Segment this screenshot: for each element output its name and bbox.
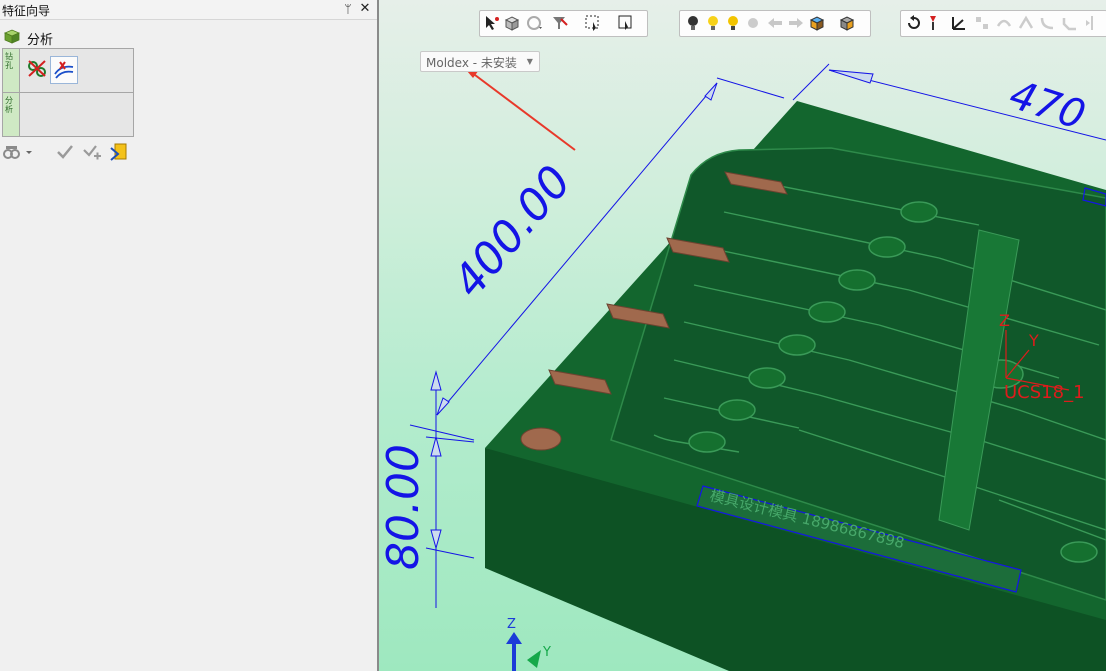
- dimension-470-text: 470: [1004, 72, 1091, 139]
- mold-scene: 模具设计模具 18986867898 400.00 80.00 470 Z Y …: [379, 63, 1106, 671]
- point-tool-icon[interactable]: [925, 14, 943, 32]
- mirror-disabled-icon[interactable]: [1083, 14, 1101, 32]
- export-icon[interactable]: [109, 142, 129, 162]
- pin-icon[interactable]: ᛘ: [341, 1, 355, 17]
- triad-y-label: Y: [542, 645, 551, 660]
- tab-analysis[interactable]: 分析: [3, 93, 20, 136]
- draft-disabled-icon[interactable]: [1017, 14, 1035, 32]
- light-bulb-icon[interactable]: [704, 14, 722, 32]
- shaded-view-icon[interactable]: [808, 14, 826, 32]
- filter-select-icon[interactable]: [525, 14, 543, 32]
- feature-wizard-panel: 特征向导 ᛘ ✕ 分析 钻孔 分析: [0, 0, 377, 671]
- tab-drill-label: 钻孔: [5, 52, 13, 70]
- analysis-label: 分析: [27, 33, 54, 48]
- annotation-arrow-line: [470, 71, 576, 151]
- drill-analyze-icon[interactable]: [24, 56, 50, 82]
- ucs-y-label: Y: [1028, 331, 1039, 350]
- disabled-view-icon[interactable]: [744, 14, 762, 32]
- corner-hole: [520, 427, 562, 451]
- analysis-cube-icon: [3, 29, 21, 44]
- tab-drill[interactable]: 钻孔: [3, 49, 20, 93]
- hole-feature-icon[interactable]: [50, 56, 78, 84]
- window-select-icon[interactable]: [584, 14, 602, 32]
- panel-titlebar: 特征向导 ᛘ ✕: [0, 0, 377, 20]
- selection-toolbar: [479, 10, 648, 37]
- check-icon[interactable]: [55, 142, 75, 162]
- light-bulb-off-icon[interactable]: [684, 14, 702, 32]
- render-mode-icon[interactable]: [838, 14, 856, 32]
- dimension-400-text: 400.00: [443, 156, 581, 307]
- panel-title: 特征向导: [2, 4, 51, 18]
- divider: [19, 92, 133, 93]
- moldex-label: Moldex - 未安装: [426, 56, 517, 70]
- light-bulb-on-icon[interactable]: [724, 14, 742, 32]
- ucs-z-label: Z: [999, 311, 1010, 330]
- shell-disabled-icon[interactable]: [995, 14, 1013, 32]
- select-cursor-icon[interactable]: [483, 14, 501, 32]
- pattern-disabled-icon[interactable]: [973, 14, 991, 32]
- next-view-icon[interactable]: [787, 14, 805, 32]
- check-plus-icon[interactable]: [82, 142, 102, 162]
- close-icon[interactable]: ✕: [358, 1, 372, 17]
- axis-tool-icon[interactable]: [949, 14, 967, 32]
- tab-analysis-label: 分析: [5, 96, 13, 114]
- ucs-name-label: UCS18_1: [1004, 382, 1085, 403]
- moldex-dropdown[interactable]: Moldex - 未安装 ▼: [420, 51, 540, 72]
- fillet-disabled-icon[interactable]: [1039, 14, 1057, 32]
- undo-icon[interactable]: [905, 14, 923, 32]
- feature-toolbar: [900, 10, 1106, 37]
- view-triad-icon: [506, 632, 541, 671]
- 3d-viewport[interactable]: 模具设计模具 18986867898 400.00 80.00 470 Z Y …: [379, 0, 1106, 671]
- wizard-toolbox: 钻孔 分析: [2, 48, 134, 137]
- panel-action-bar: [2, 142, 142, 164]
- dropdown-arrow-icon[interactable]: [24, 142, 34, 162]
- dimension-80-text: 80.00: [379, 444, 429, 570]
- previous-view-icon[interactable]: [766, 14, 784, 32]
- crossing-select-icon[interactable]: [617, 14, 635, 32]
- display-toolbar: [679, 10, 871, 37]
- dimension-80: [425, 370, 475, 608]
- link-icon[interactable]: [2, 142, 22, 162]
- box-select-icon[interactable]: [503, 14, 521, 32]
- chevron-down-icon: ▼: [526, 57, 533, 66]
- triad-z-label: Z: [507, 617, 516, 632]
- chamfer-disabled-icon[interactable]: [1061, 14, 1079, 32]
- pick-filter-icon[interactable]: [551, 14, 569, 32]
